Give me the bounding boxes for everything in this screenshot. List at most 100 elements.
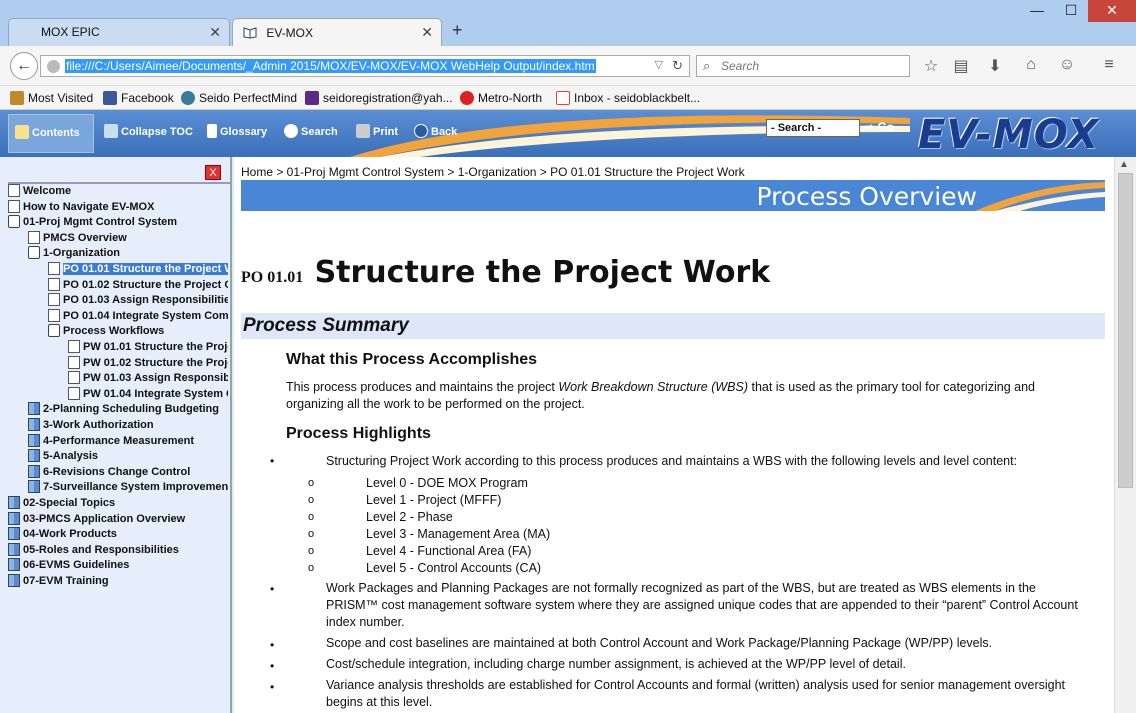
toc-item[interactable]: 5-Analysis xyxy=(28,449,228,464)
toc-item-label: How to Navigate EV-MOX xyxy=(23,200,155,213)
glossary-button[interactable]: Glossary xyxy=(207,124,267,138)
toc-item[interactable]: 6-Revisions Change Control xyxy=(28,464,228,480)
url-text[interactable]: file:///C:/Users/Aimee/Documents/_Admin … xyxy=(65,59,596,73)
toc-item-label: PW 01.04 Integrate System Components xyxy=(83,387,228,400)
browser-titlebar: MOX EPIC ✕ EV-MOX ✕ + — ☐ ✕ xyxy=(0,0,1136,46)
breadcrumb[interactable]: Home > 01-Proj Mgmt Control System > 1-O… xyxy=(241,165,745,179)
bookmark-perfectmind[interactable]: Seido PerfectMind xyxy=(181,91,297,105)
process-summary-bar: Process Summary xyxy=(241,313,1105,339)
book-favicon-icon xyxy=(243,25,257,39)
toc-item[interactable]: 1-Organization xyxy=(28,246,228,261)
browser-search-box[interactable]: ⌕ xyxy=(696,55,910,77)
toc-item[interactable]: PW 01.01 Structure the Project Work xyxy=(68,340,228,355)
new-tab-button[interactable]: + xyxy=(452,20,463,41)
highlight-item: Work Packages and Planning Packages are … xyxy=(326,581,1078,629)
maximize-button[interactable]: ☐ xyxy=(1056,0,1086,22)
bullet-marker: • xyxy=(270,454,275,468)
facebook-icon xyxy=(103,91,117,105)
toc-item[interactable]: Welcome xyxy=(8,184,228,199)
bookmarks-toolbar: Most Visited Facebook Seido PerfectMind … xyxy=(0,86,1136,110)
home-icon[interactable]: ⌂ xyxy=(1020,56,1042,74)
download-icon[interactable]: ⬇ xyxy=(984,56,1006,76)
open-book-icon xyxy=(48,324,60,338)
url-bar[interactable]: file:///C:/Users/Aimee/Documents/_Admin … xyxy=(40,55,690,77)
tab-ev-mox[interactable]: EV-MOX ✕ xyxy=(232,18,442,46)
help-search-field[interactable]: - Search - xyxy=(766,119,860,137)
toc-item[interactable]: 02-Special Topics xyxy=(8,496,228,511)
toc-item[interactable]: PO 01.02 Structure the Project Organizat… xyxy=(48,277,228,293)
tab-mox-epic[interactable]: MOX EPIC ✕ xyxy=(8,18,230,46)
bookmark-metro-north[interactable]: Metro-North xyxy=(460,91,542,105)
scroll-up-arrow-icon[interactable]: ▲ xyxy=(1119,159,1129,170)
bookmark-star-icon[interactable]: ☆ xyxy=(920,56,942,76)
page-icon xyxy=(48,262,60,275)
toc-pane: X Welcome How to Navigate EV-MOX 01-Proj M… xyxy=(0,157,232,713)
smiley-icon[interactable]: ☺ xyxy=(1056,56,1078,74)
bookmark-folder-icon xyxy=(10,91,24,105)
toc-item-label: 03-PMCS Application Overview xyxy=(23,512,186,525)
close-tab-icon[interactable]: ✕ xyxy=(209,24,221,41)
bookmark-yahoo-mail[interactable]: seidoregistration@yah... xyxy=(305,91,453,105)
window-close-button[interactable]: ✕ xyxy=(1088,0,1136,22)
close-tab-icon[interactable]: ✕ xyxy=(421,24,433,41)
toc-item[interactable]: 07-EVM Training xyxy=(8,574,228,589)
back-button[interactable]: Back xyxy=(414,124,457,138)
toc-item[interactable]: PO 01.04 Integrate System Components xyxy=(48,308,228,324)
reading-list-icon[interactable]: ▤ xyxy=(950,56,972,76)
perfectmind-icon xyxy=(181,91,195,105)
back-circle-icon xyxy=(414,124,428,138)
menu-icon[interactable]: ≡ xyxy=(1098,56,1120,74)
page-icon xyxy=(8,199,20,213)
contents-button[interactable]: Contents xyxy=(8,114,94,153)
toc-item[interactable]: PW 01.03 Assign Responsibilities xyxy=(68,371,228,386)
page-title: Structure the Project Work xyxy=(314,255,771,290)
toc-item-label: PW 01.01 Structure the Project Work xyxy=(83,341,228,353)
toc-item[interactable]: PW 01.02 Structure the Project Organizat… xyxy=(68,355,228,371)
toc-item[interactable]: Process Workflows xyxy=(48,324,228,339)
toc-item[interactable]: PO 01.03 Assign Responsibilities xyxy=(48,293,228,308)
back-arrow-icon[interactable]: ← xyxy=(10,52,38,80)
toc-item-label: 5-Analysis xyxy=(43,450,99,463)
collapse-toc-button[interactable]: Collapse TOC xyxy=(104,124,193,138)
close-toc-button[interactable]: X xyxy=(205,165,221,180)
toc-item[interactable]: 7-Surveillance System Improvement xyxy=(28,480,228,495)
navigation-bar: ← file:///C:/Users/Aimee/Documents/_Admi… xyxy=(0,46,1136,86)
toc-item[interactable]: PMCS Overview xyxy=(28,230,228,246)
sub-bullet-marker: o xyxy=(308,562,315,574)
scrollbar-thumb[interactable] xyxy=(1118,173,1133,488)
toc-item[interactable]: PO 01.01 Structure the Project Work xyxy=(48,262,228,277)
page-icon xyxy=(28,230,40,244)
highlight-item: Scope and cost baselines are maintained … xyxy=(326,636,993,650)
closed-book-icon xyxy=(8,527,20,541)
toc-item[interactable]: 3-Work Authorization xyxy=(28,418,228,433)
toc-item[interactable]: 06-EVMS Guidelines xyxy=(8,558,228,573)
closed-book-icon xyxy=(28,433,40,447)
bookmark-most-visited[interactable]: Most Visited xyxy=(10,91,93,105)
toc-item[interactable]: 04-Work Products xyxy=(8,527,228,542)
bookmark-gmail[interactable]: Inbox - seidoblackbelt... xyxy=(556,91,700,105)
history-dropdown-icon[interactable]: ▽ xyxy=(655,58,663,71)
toc-item-label: Process Workflows xyxy=(63,325,165,338)
ev-mox-logo: EV-MOX xyxy=(918,112,1100,158)
toc-item[interactable]: 05-Roles and Responsibilities xyxy=(8,542,228,558)
toc-item[interactable]: PW 01.04 Integrate System Components xyxy=(68,386,228,402)
page-icon xyxy=(68,340,80,353)
bookmark-facebook[interactable]: Facebook xyxy=(103,91,174,105)
gmail-icon xyxy=(556,91,570,105)
toc-item[interactable]: 01-Proj Mgmt Control System xyxy=(8,215,228,230)
toc-item[interactable]: 2-Planning Scheduling Budgeting xyxy=(28,402,228,417)
toc-item-label: 3-Work Authorization xyxy=(43,419,154,431)
toc-item[interactable]: How to Navigate EV-MOX xyxy=(8,199,228,215)
toc-item[interactable]: 03-PMCS Application Overview xyxy=(8,511,228,527)
sub-bullet-marker: o xyxy=(308,477,315,489)
search-button[interactable]: Search xyxy=(284,124,338,138)
banner-swoosh-decoration xyxy=(975,182,1105,211)
toc-item[interactable]: 4-Performance Measurement xyxy=(28,433,228,449)
page-icon xyxy=(68,355,80,369)
reload-icon[interactable]: ↻ xyxy=(672,58,683,74)
minimize-button[interactable]: — xyxy=(1022,0,1052,22)
vertical-scrollbar[interactable]: ▲ xyxy=(1114,157,1136,713)
print-button[interactable]: Print xyxy=(356,124,398,138)
browser-search-input[interactable] xyxy=(721,58,901,74)
go-button[interactable]: ➡ Go xyxy=(864,120,894,134)
